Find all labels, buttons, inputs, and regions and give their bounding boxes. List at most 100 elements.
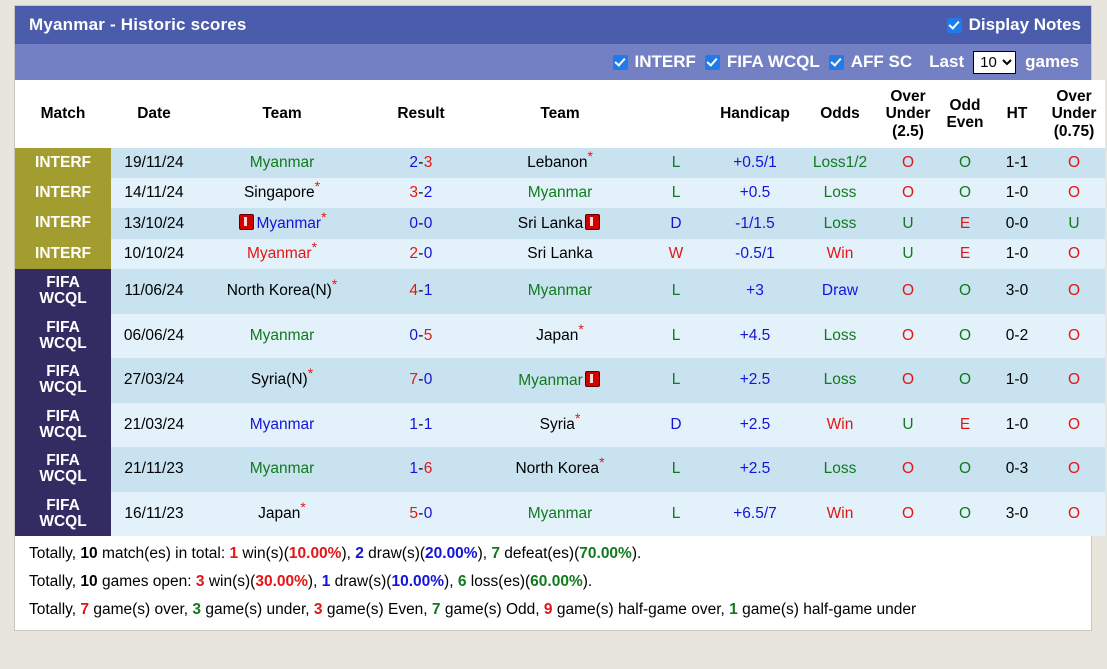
ou25-line1: Over — [890, 87, 926, 105]
summary-number: 7 — [80, 601, 90, 619]
ou25-line3: (2.5) — [892, 122, 924, 140]
match-date-cell: 13/10/24 — [111, 208, 197, 239]
games-count-select[interactable]: 5102030 — [973, 50, 1017, 74]
over-under-075-cell: O — [1043, 239, 1105, 269]
home-team-cell[interactable]: Syria(N)* — [197, 358, 367, 403]
display-notes-toggle[interactable]: Display Notes — [946, 15, 1081, 35]
table-row[interactable]: FIFA WCQL 21/03/24 Myanmar 1-1 Syria* D +2.5 Win… — [15, 402, 1105, 448]
match-competition-cell: FIFA WCQL — [15, 358, 111, 403]
half-time-cell: 3-0 — [991, 269, 1043, 314]
filter-aff-sc-checkbox[interactable] — [828, 54, 844, 70]
col-header-date[interactable]: Date — [111, 80, 197, 148]
filter-fifa-wcql-label: FIFA WCQL — [726, 52, 820, 71]
col-header-over-under-075[interactable]: Over Under (0.75) — [1043, 80, 1105, 148]
table-row[interactable]: INTERF 10/10/24 Myanmar* 2-0 Sri Lanka W -0.5/… — [15, 239, 1105, 269]
odds-cell: Loss — [803, 447, 877, 492]
table-row[interactable]: INTERF 14/11/24 Singapore* 3-2 Myanmar L +0.5 L… — [15, 178, 1105, 208]
table-row[interactable]: FIFA WCQL 21/11/23 Myanmar 1-6 North Korea* L +… — [15, 447, 1105, 492]
home-team-cell[interactable]: Myanmar — [197, 313, 367, 359]
summary-number: 7 — [491, 545, 500, 563]
summary-number: 70.00% — [579, 545, 632, 563]
col-header-odd-even[interactable]: Odd Even — [939, 80, 991, 148]
over-under-075-cell: O — [1043, 313, 1105, 359]
col-header-handicap[interactable]: Handicap — [707, 80, 803, 148]
away-team-cell[interactable]: Myanmar — [475, 491, 645, 537]
home-team-cell[interactable]: Myanmar* — [197, 239, 367, 269]
away-team-cell[interactable]: Sri Lanka — [475, 208, 645, 239]
over-under-25-cell: O — [877, 313, 939, 359]
home-team-cell[interactable]: Myanmar* — [197, 208, 367, 239]
match-result-cell: 3-2 — [367, 178, 475, 208]
display-notes-checkbox[interactable] — [946, 17, 962, 33]
summary-footer: Totally, 10 match(es) in total: 1 win(s)… — [15, 536, 1091, 631]
summary-line-open: Totally, 10 games open: 3 win(s)(30.00%)… — [29, 573, 593, 591]
filter-interf-checkbox[interactable] — [612, 54, 628, 70]
col-header-odds[interactable]: Odds — [803, 80, 877, 148]
summary-number: 60.00% — [530, 573, 583, 591]
away-team-cell[interactable]: Sri Lanka — [475, 239, 645, 269]
col-header-team-away[interactable]: Team — [475, 80, 645, 148]
over-under-075-cell: U — [1043, 208, 1105, 239]
filter-fifa-wcql[interactable]: FIFA WCQL — [704, 52, 820, 72]
summary-number: 3 — [313, 601, 323, 619]
col-header-result[interactable]: Result — [367, 80, 475, 148]
home-team-cell[interactable]: Myanmar — [197, 148, 367, 178]
match-outcome-cell: L — [645, 269, 707, 314]
match-outcome-cell: L — [645, 148, 707, 178]
over-under-075-cell: O — [1043, 269, 1105, 314]
odds-cell: Loss — [803, 358, 877, 403]
match-outcome-cell: L — [645, 178, 707, 208]
match-competition-cell: FIFA WCQL — [15, 269, 111, 314]
over-under-075-cell: O — [1043, 148, 1105, 178]
red-card-icon — [585, 214, 601, 230]
ou25-line2: Under — [885, 105, 931, 123]
away-team-cell[interactable]: Myanmar — [475, 358, 645, 403]
odd-even-cell: O — [939, 358, 991, 403]
col-header-team-home[interactable]: Team — [197, 80, 367, 148]
home-team-cell[interactable]: Japan* — [197, 491, 367, 537]
half-time-cell: 3-0 — [991, 491, 1043, 537]
away-team-cell[interactable]: Lebanon* — [475, 148, 645, 178]
ou075-line3: (0.75) — [1053, 122, 1095, 140]
games-word-label: games — [1025, 52, 1079, 71]
col-header-over-under-25[interactable]: Over Under (2.5) — [877, 80, 939, 148]
match-result-cell: 2-0 — [367, 239, 475, 269]
half-time-cell: 0-2 — [991, 313, 1043, 359]
away-team-cell[interactable]: Myanmar — [475, 178, 645, 208]
away-team-cell[interactable]: Syria* — [475, 402, 645, 448]
summary-number: 10.00% — [288, 545, 342, 563]
match-result-cell: 1-6 — [367, 447, 475, 492]
away-team-cell[interactable]: Myanmar — [475, 269, 645, 314]
table-row[interactable]: FIFA WCQL 11/06/24 North Korea(N)* 4-1 Myanma… — [15, 269, 1105, 314]
handicap-cell: -1/1.5 — [707, 208, 803, 239]
filter-aff-sc[interactable]: AFF SC — [828, 52, 912, 72]
match-outcome-cell: L — [645, 491, 707, 537]
over-under-25-cell: U — [877, 239, 939, 269]
table-row[interactable]: FIFA WCQL 16/11/23 Japan* 5-0 Myanmar L +6.5/7 W… — [15, 491, 1105, 537]
filter-interf[interactable]: INTERF — [612, 52, 696, 72]
handicap-cell: +0.5 — [707, 178, 803, 208]
over-under-075-cell: O — [1043, 402, 1105, 448]
home-team-cell[interactable]: Myanmar — [197, 402, 367, 448]
filter-fifa-wcql-checkbox[interactable] — [704, 54, 720, 70]
over-under-075-cell: O — [1043, 447, 1105, 492]
summary-number: 2 — [355, 545, 364, 563]
home-team-cell[interactable]: North Korea(N)* — [197, 269, 367, 314]
match-result-cell: 4-1 — [367, 269, 475, 314]
table-row[interactable]: INTERF 19/11/24 Myanmar 2-3 Lebanon* L +0.5/1 L… — [15, 148, 1105, 178]
match-date-cell: 27/03/24 — [111, 358, 197, 403]
match-competition-cell: FIFA WCQL — [15, 447, 111, 492]
away-team-cell[interactable]: North Korea* — [475, 447, 645, 492]
odds-cell: Win — [803, 491, 877, 537]
home-team-cell[interactable]: Singapore* — [197, 178, 367, 208]
home-team-cell[interactable]: Myanmar — [197, 447, 367, 492]
summary-number: 7 — [431, 601, 441, 619]
table-row[interactable]: FIFA WCQL 06/06/24 Myanmar 0-5 Japan* L +4.5 Los… — [15, 313, 1105, 359]
match-competition-cell: INTERF — [15, 239, 111, 269]
col-header-match[interactable]: Match — [15, 80, 111, 148]
over-under-25-cell: U — [877, 402, 939, 448]
table-row[interactable]: FIFA WCQL 27/03/24 Syria(N)* 7-0 Myanmar L +2.5… — [15, 358, 1105, 403]
away-team-cell[interactable]: Japan* — [475, 313, 645, 359]
col-header-ht[interactable]: HT — [991, 80, 1043, 148]
table-row[interactable]: INTERF 13/10/24 Myanmar* 0-0 Sri Lanka D -1/1.… — [15, 208, 1105, 239]
